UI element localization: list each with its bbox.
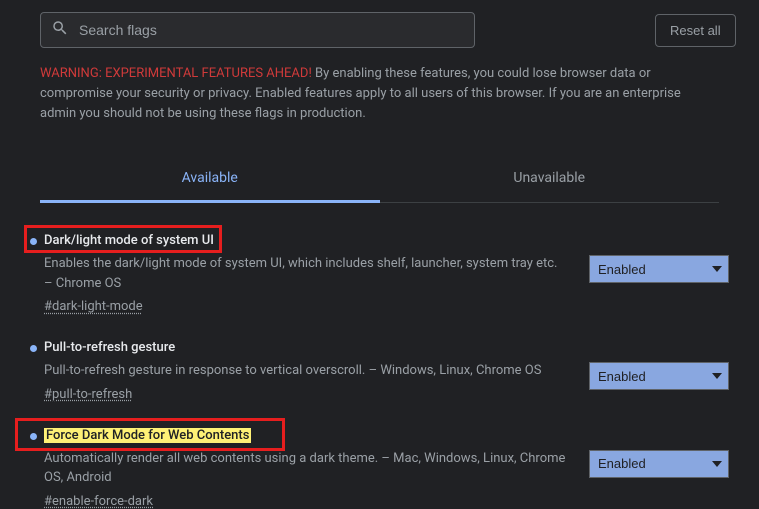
flag-select[interactable]: Enabled	[589, 362, 729, 390]
flag-select[interactable]: Enabled	[589, 255, 729, 283]
flag-hash-link[interactable]: #dark-light-mode	[44, 299, 143, 314]
flag-hash-link[interactable]: #pull-to-refresh	[44, 387, 132, 402]
flag-description: Pull-to-refresh gesture in response to v…	[44, 361, 569, 381]
flag-row: Dark/light mode of system UI Enables the…	[30, 233, 729, 314]
flag-select[interactable]: Enabled	[589, 450, 729, 478]
flag-title: Force Dark Mode for Web Contents	[44, 428, 251, 443]
tabs: Available Unavailable	[40, 158, 719, 203]
flag-description: Automatically render all web contents us…	[44, 449, 569, 488]
flag-description: Enables the dark/light mode of system UI…	[44, 254, 569, 293]
bullet-icon	[30, 345, 37, 352]
flag-hash-link[interactable]: #enable-force-dark	[44, 494, 153, 509]
tab-unavailable[interactable]: Unavailable	[380, 158, 720, 203]
tab-available[interactable]: Available	[40, 158, 380, 203]
bullet-icon	[30, 238, 37, 245]
warning-banner: WARNING: EXPERIMENTAL FEATURES AHEAD! By…	[0, 60, 759, 138]
flag-row: Force Dark Mode for Web Contents Automat…	[30, 428, 729, 509]
flag-title: Dark/light mode of system UI	[44, 233, 214, 248]
flag-row: Pull-to-refresh gesture Pull-to-refresh …	[30, 340, 729, 402]
reset-all-button[interactable]: Reset all	[655, 14, 736, 47]
flag-title: Pull-to-refresh gesture	[44, 340, 175, 355]
bullet-icon	[30, 433, 37, 440]
search-icon	[51, 19, 79, 41]
warning-prefix: WARNING: EXPERIMENTAL FEATURES AHEAD!	[40, 66, 312, 81]
search-box[interactable]	[40, 12, 475, 48]
search-input[interactable]	[79, 22, 464, 38]
